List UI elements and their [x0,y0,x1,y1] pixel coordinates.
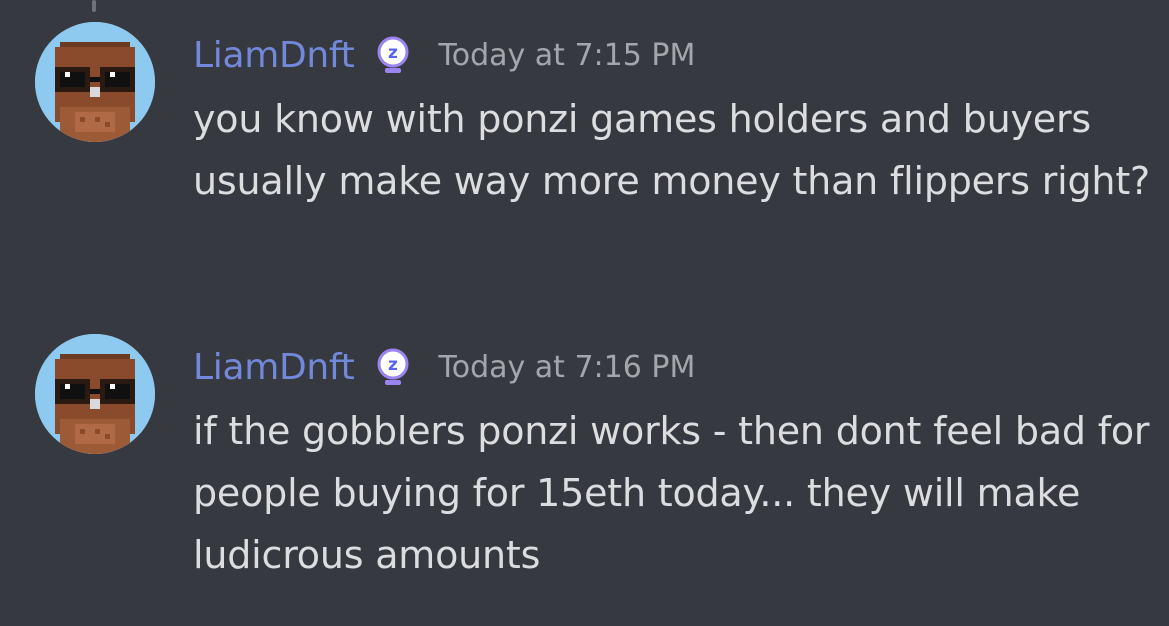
z-orb-icon[interactable]: z [376,36,410,74]
timestamp[interactable]: Today at 7:15 PM [438,38,695,73]
username[interactable]: LiamDnft [193,35,355,76]
owl-avatar-icon [35,334,155,454]
message-header: LiamDnft z Today at 7:15 PM [193,25,695,85]
message-content: if the gobblers ponzi works - then dont … [193,409,1150,577]
username[interactable]: LiamDnft [193,347,355,388]
message-content: you know with ponzi games holders and bu… [193,97,1150,203]
avatar[interactable] [35,22,155,142]
chat-window: LiamDnft z Today at 7:15 PM you know wit… [0,0,1169,626]
svg-text:z: z [389,355,399,375]
svg-text:z: z [389,43,399,63]
timestamp[interactable]: Today at 7:16 PM [438,350,695,385]
message-header: LiamDnft z Today at 7:16 PM [193,337,695,397]
avatar[interactable] [35,334,155,454]
previous-message-remnant [190,0,390,6]
owl-avatar-icon [35,22,155,142]
thread-connector-line [92,0,96,12]
z-orb-icon[interactable]: z [376,348,410,386]
